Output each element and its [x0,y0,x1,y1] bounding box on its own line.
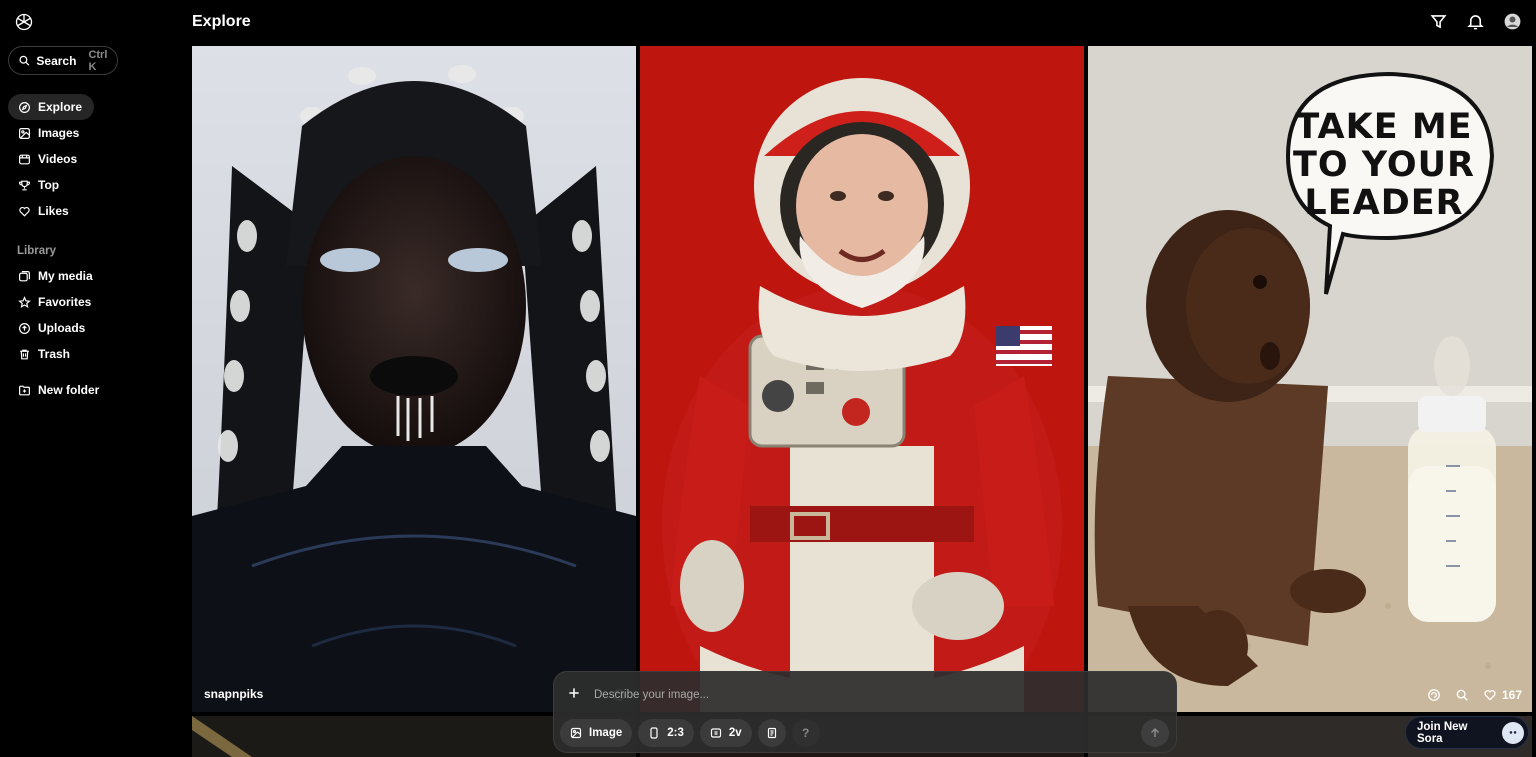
prompt-input[interactable]: Describe your image... [594,689,709,701]
header-actions [1429,12,1522,31]
join-label: Join New Sora [1417,720,1468,745]
variations-label: 2v [728,727,742,739]
speech-line: TO YOUR [1292,145,1476,185]
sidebar-item-label: Uploads [38,321,86,335]
feed-card-1[interactable]: snapnpiks [192,46,636,712]
presets-button[interactable] [757,719,786,747]
search-label: Search [36,53,77,68]
sidebar-item-images[interactable]: Images [8,120,91,146]
star-icon [18,295,31,308]
sidebar-item-label: Trash [38,347,71,361]
prompt-composer: Describe your image... Image 2:3 2v ? [553,671,1177,753]
sidebar-nav: Explore Images Videos Top Likes Library … [8,94,180,403]
like-button[interactable]: 167 [1483,688,1522,702]
media-icon [19,270,30,281]
compass-icon [19,101,30,113]
media-type-label: Image [589,727,623,739]
heart-icon [1484,690,1496,701]
help-button[interactable]: ? [791,719,820,747]
sidebar-item-my-media[interactable]: My media [8,263,105,289]
media-type-button[interactable]: Image [560,719,633,747]
folder-plus-icon [19,385,30,395]
filter-icon[interactable] [1429,12,1448,31]
sidebar-item-label: Videos [38,152,78,166]
join-new-sora-button[interactable]: Join New Sora [1405,716,1529,749]
search-shortcut: Ctrl K [88,48,108,73]
card-actions: 167 [1427,688,1522,702]
sidebar-item-uploads[interactable]: Uploads [8,315,97,341]
speech-line: TAKE ME [1295,107,1473,147]
sidebar-item-top[interactable]: Top [8,172,71,198]
library-heading: Library [17,245,56,257]
feed-card-2[interactable] [640,46,1084,712]
trophy-icon [19,180,30,190]
card-author[interactable]: snapnpiks [204,687,263,701]
arrow-up-icon [1150,727,1160,737]
page-title: Explore [192,13,251,30]
sidebar-item-likes[interactable]: Likes [8,198,81,224]
bell-icon[interactable] [1466,12,1485,31]
variations-icon [710,728,721,738]
book-icon [767,727,776,739]
aspect-ratio-button[interactable]: 2:3 [638,719,694,747]
avatar-icon[interactable] [1503,12,1522,31]
sidebar-item-label: Explore [38,100,83,114]
submit-button[interactable] [1141,719,1169,747]
sidebar-item-explore[interactable]: Explore [8,94,95,120]
image-icon [570,727,582,739]
video-icon [19,154,30,164]
portrait-icon [650,727,658,739]
trash-icon [20,349,29,359]
openai-logo-icon[interactable] [14,12,34,32]
sidebar-item-videos[interactable]: Videos [8,146,89,172]
feed-card-3[interactable]: TAKE ME TO YOUR LEADER 167 [1088,46,1532,712]
image-icon [19,127,30,139]
upload-icon [19,322,30,334]
search-icon [19,55,30,66]
like-count: 167 [1501,688,1522,702]
speech-bubble-text: TAKE ME TO YOUR LEADER [1284,108,1484,222]
plus-icon[interactable] [567,686,581,700]
zoom-icon[interactable] [1455,688,1469,702]
sidebar-item-label: My media [38,269,93,283]
new-folder-button[interactable]: New folder [8,377,111,403]
card-image-santa-astronaut [640,46,1084,712]
card-image-braided-portrait [192,46,636,712]
remix-icon[interactable] [1427,688,1441,702]
sidebar-item-label: Favorites [38,295,92,309]
sidebar-item-trash[interactable]: Trash [8,341,82,367]
sidebar-item-label: Likes [38,204,69,218]
variations-button[interactable]: 2v [699,719,752,747]
sidebar-item-label: Top [38,178,60,192]
sidebar-item-favorites[interactable]: Favorites [8,289,103,315]
sidebar-item-label: Images [38,126,80,140]
aspect-ratio-label: 2:3 [667,727,684,739]
prompt-options: Image 2:3 2v ? [560,719,820,747]
speech-line: LEADER [1304,183,1464,223]
search-button[interactable]: Search Ctrl K [8,46,118,75]
new-folder-label: New folder [38,383,100,397]
heart-icon [19,206,30,217]
sora-mascot-icon [1502,721,1524,744]
